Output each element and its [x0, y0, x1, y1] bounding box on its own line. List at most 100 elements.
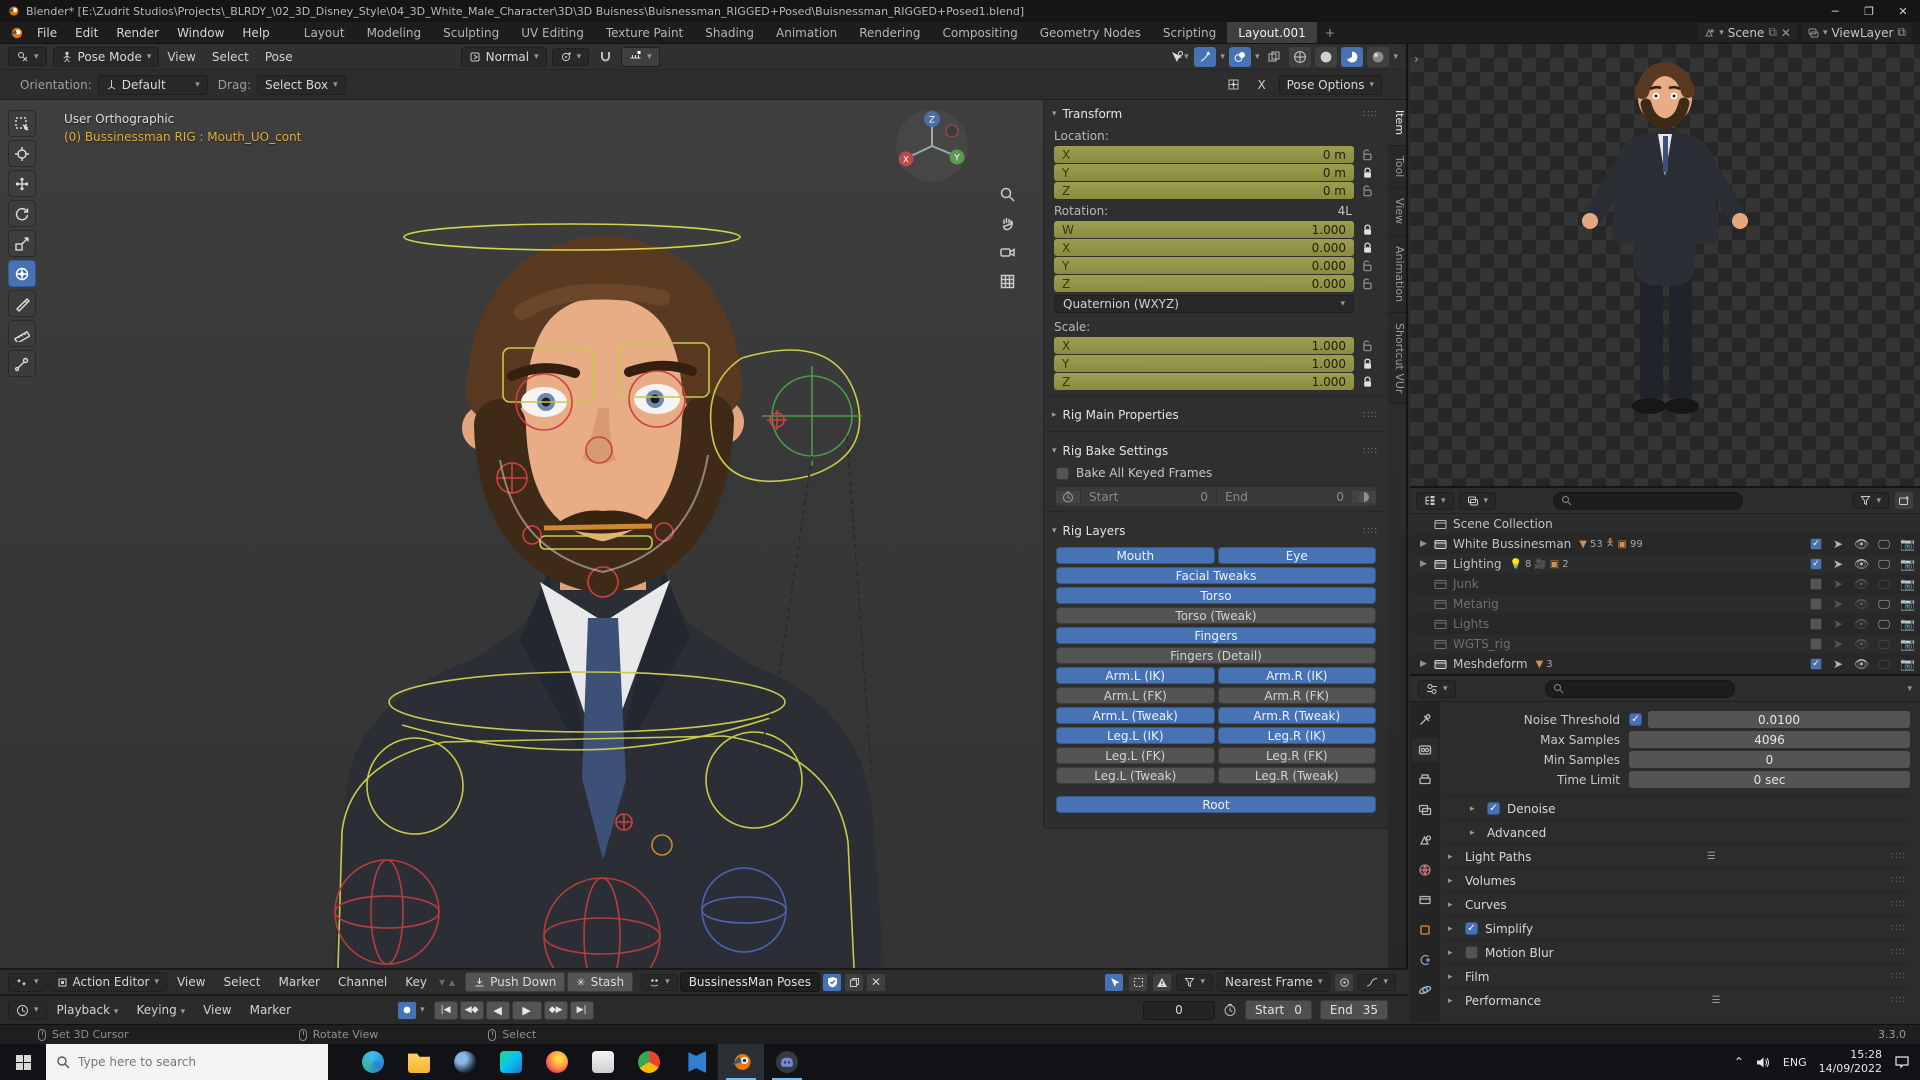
- blender-menu-icon[interactable]: [8, 25, 24, 41]
- ptab-view-layer[interactable]: [1412, 798, 1438, 822]
- rig-layer-leg-l-ik[interactable]: Leg.L (IK): [1056, 727, 1215, 744]
- filter-funnel-dropdown[interactable]: ▾: [1176, 974, 1213, 991]
- hide-eye-icon[interactable]: 👁: [1854, 597, 1868, 611]
- section-menu-icon[interactable]: ☰: [1712, 995, 1721, 1006]
- hide-eye-icon[interactable]: 👁: [1854, 557, 1868, 571]
- menu-edit[interactable]: Edit: [66, 22, 107, 43]
- scene-selector[interactable]: ▾ Scene ⧉ ✕: [1697, 23, 1797, 42]
- dopesheet-editor-type-button[interactable]: ▾: [8, 973, 47, 992]
- section-curves[interactable]: ▸Curves ∷∷: [1444, 892, 1910, 916]
- bake-all-keyed-frames-checkbox[interactable]: [1056, 467, 1069, 480]
- rig-layer-mouth[interactable]: Mouth: [1056, 547, 1215, 564]
- ptab-world[interactable]: [1412, 858, 1438, 882]
- search-input[interactable]: [78, 1055, 298, 1069]
- motion-blur-checkbox[interactable]: [1465, 946, 1478, 959]
- timeline-menu-playback[interactable]: Playback ▾: [49, 1003, 127, 1017]
- ptab-physics[interactable]: [1412, 978, 1438, 1002]
- transform-orientation-dropdown[interactable]: Normal ▾: [461, 47, 547, 67]
- ptab-constraints[interactable]: [1412, 948, 1438, 972]
- selectable-pointer-icon[interactable]: ➤: [1831, 537, 1845, 551]
- menu-render[interactable]: Render: [107, 22, 168, 43]
- timeline-menu-view[interactable]: View: [195, 1003, 239, 1017]
- proportional-edit-button[interactable]: [1334, 973, 1354, 992]
- selectable-pointer-icon[interactable]: ➤: [1831, 597, 1845, 611]
- rotation-w-lock-icon[interactable]: [1354, 224, 1380, 236]
- tab-layout[interactable]: Layout: [293, 22, 356, 43]
- rig-layer-arm-r-tweak[interactable]: Arm.R (Tweak): [1218, 707, 1377, 724]
- timeline-menu-keying[interactable]: Keying ▾: [128, 1003, 193, 1017]
- overlays-dropdown[interactable]: ▾: [1255, 52, 1260, 62]
- push-down-button[interactable]: Push Down: [465, 972, 565, 992]
- rotation-z-field[interactable]: Z0.000: [1054, 275, 1354, 292]
- tab-texture-paint[interactable]: Texture Paint: [595, 22, 694, 43]
- rig-layer-leg-l-fk[interactable]: Leg.L (FK): [1056, 747, 1215, 764]
- render-disable-icon[interactable]: 📷: [1900, 617, 1914, 631]
- max-samples-field[interactable]: 4096: [1629, 731, 1910, 748]
- tab-modeling[interactable]: Modeling: [356, 22, 433, 43]
- collection-checkbox[interactable]: [1810, 578, 1822, 590]
- scale-z-lock-icon[interactable]: [1354, 376, 1380, 388]
- section-volumes[interactable]: ▸Volumes ∷∷: [1444, 868, 1910, 892]
- rig-layer-arm-l-tweak[interactable]: Arm.L (Tweak): [1056, 707, 1215, 724]
- rig-layer-leg-l-tweak[interactable]: Leg.L (Tweak): [1056, 767, 1215, 784]
- render-disable-icon[interactable]: 📷: [1900, 597, 1914, 611]
- time-limit-field[interactable]: 0 sec: [1629, 771, 1910, 788]
- action-browse-dropdown[interactable]: ▾: [641, 974, 678, 991]
- shading-material-button[interactable]: [1341, 47, 1363, 67]
- viewport-disable-icon[interactable]: 🖵: [1877, 657, 1891, 672]
- outliner-row-lighting[interactable]: ▶ Lighting 💡8🎥▣2 ✓ ➤ 👁 🖵 📷: [1410, 554, 1920, 574]
- action-editor-mode-dropdown[interactable]: Action Editor▾: [49, 972, 167, 992]
- collection-checkbox[interactable]: ✓: [1810, 538, 1822, 550]
- ptab-collection[interactable]: [1412, 888, 1438, 912]
- rotation-x-lock-icon[interactable]: [1354, 242, 1380, 254]
- tab-sculpting[interactable]: Sculpting: [432, 22, 510, 43]
- taskbar-app-edge[interactable]: [350, 1044, 396, 1080]
- shading-rendered-button[interactable]: [1367, 47, 1389, 67]
- location-y-field[interactable]: Y0 m: [1054, 164, 1354, 181]
- pose-options-dropdown[interactable]: Pose Options ▾: [1279, 75, 1382, 95]
- dope-menu-select[interactable]: Select: [215, 975, 268, 989]
- tab-rendering[interactable]: Rendering: [848, 22, 931, 43]
- navigation-gizmo[interactable]: Z X Y: [894, 108, 970, 184]
- hide-eye-icon[interactable]: 👁: [1854, 577, 1868, 591]
- viewport-disable-icon[interactable]: 🖵: [1877, 537, 1891, 552]
- tool-rotate[interactable]: [8, 200, 36, 227]
- new-collection-button[interactable]: [1894, 491, 1914, 510]
- show-gizmo-dropdown[interactable]: ▾: [1168, 47, 1190, 67]
- outliner-editor-type-button[interactable]: ▾: [1416, 492, 1454, 510]
- panel-drag-dots-icon[interactable]: ∷∷: [1363, 526, 1378, 537]
- transform-pivot-icon[interactable]: [1223, 75, 1245, 95]
- play-reverse-button[interactable]: ◀: [486, 1001, 510, 1020]
- clock-icon[interactable]: [1056, 491, 1080, 503]
- render-disable-icon[interactable]: 📷: [1900, 577, 1914, 591]
- rig-layer-torso-tweak[interactable]: Torso (Tweak): [1056, 607, 1376, 624]
- minimize-button[interactable]: ─: [1818, 0, 1852, 22]
- outliner-row-metarig[interactable]: Metarig ➤ 👁 🖵 📷: [1410, 594, 1920, 614]
- tool-bone[interactable]: [8, 350, 36, 377]
- taskbar-app-steam[interactable]: [442, 1044, 488, 1080]
- ptab-tool[interactable]: [1412, 708, 1438, 732]
- tab-layout-001[interactable]: Layout.001: [1227, 22, 1317, 43]
- start-frame-field[interactable]: Start0: [1245, 1000, 1312, 1020]
- rig-layer-leg-r-tweak[interactable]: Leg.R (Tweak): [1218, 767, 1377, 784]
- panel-drag-dots-icon[interactable]: ∷∷: [1363, 410, 1378, 421]
- pan-hand-icon[interactable]: [999, 215, 1016, 232]
- dope-menu-marker[interactable]: Marker: [271, 975, 328, 989]
- taskbar-app-discord[interactable]: [764, 1044, 810, 1080]
- section-menu-icon[interactable]: ☰: [1707, 851, 1716, 862]
- outliner-row-lights[interactable]: Lights ➤ 👁 🖵 📷: [1410, 614, 1920, 634]
- rig-layer-facial-tweaks[interactable]: Facial Tweaks: [1056, 567, 1376, 584]
- easing-dropdown[interactable]: ▾: [1358, 974, 1396, 991]
- current-frame-field[interactable]: 0: [1143, 1001, 1215, 1020]
- render-preview-panel[interactable]: ›: [1410, 44, 1920, 488]
- taskbar-clock[interactable]: 15:28 14/09/2022: [1819, 1048, 1882, 1076]
- rotation-mode-dropdown[interactable]: Quaternion (WXYZ)▾: [1054, 295, 1354, 313]
- rig-layer-arm-l-ik[interactable]: Arm.L (IK): [1056, 667, 1215, 684]
- tool-transform[interactable]: [8, 260, 36, 287]
- rotation-x-field[interactable]: X0.000: [1054, 239, 1354, 256]
- taskbar-app-pycharm[interactable]: [488, 1044, 534, 1080]
- viewlayer-selector[interactable]: ▾ ViewLayer ⧉: [1801, 23, 1912, 42]
- fake-user-shield-button[interactable]: [822, 973, 842, 992]
- npanel-tab-item[interactable]: Item: [1388, 100, 1406, 146]
- menu-file[interactable]: File: [28, 22, 66, 43]
